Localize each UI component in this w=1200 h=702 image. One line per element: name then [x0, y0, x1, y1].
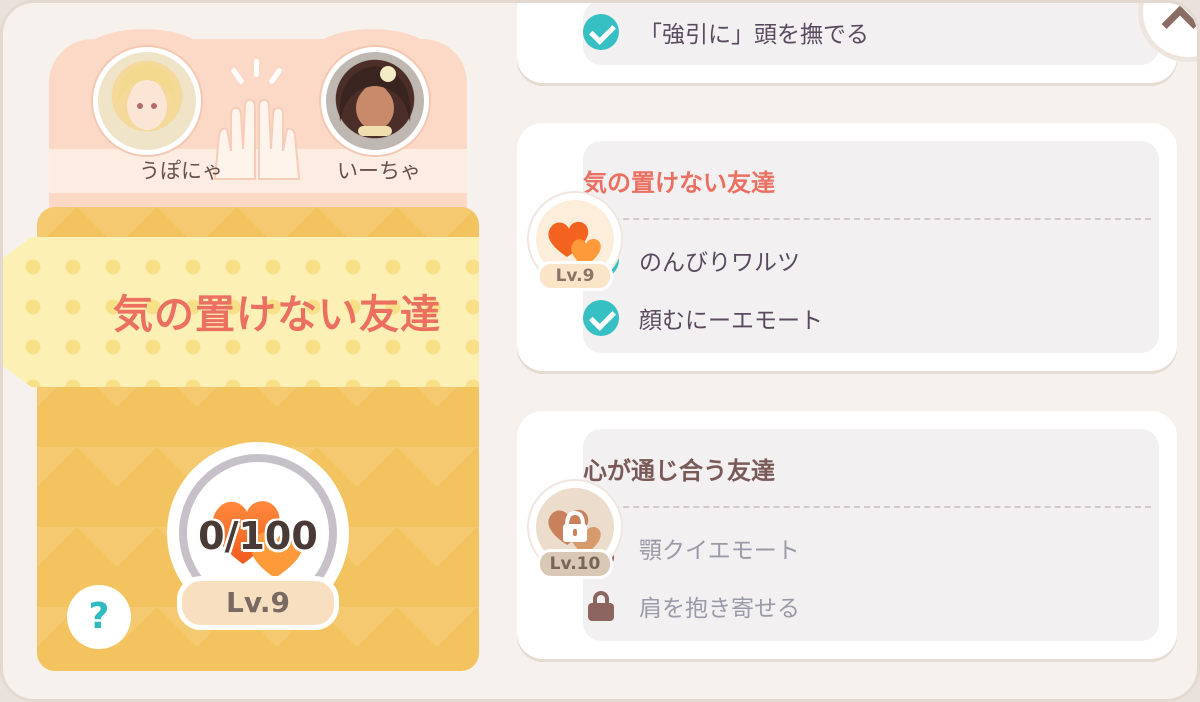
- tier-badge-lv10: Lv.10: [529, 481, 621, 585]
- current-level: Lv.9: [177, 576, 339, 630]
- friendship-status-panel: うぽにゃ いーちゃ 気の置けない友達 0/100 Lv.9 ?: [3, 29, 479, 671]
- tier-level-label: Lv.10: [537, 549, 613, 579]
- reward-card-lv9: 気の置けない友達 のんびりワルツ 顔むにーエモート Lv.9: [517, 123, 1177, 371]
- avatar-player-right[interactable]: [321, 47, 429, 155]
- reward-item: 「強引に」頭を撫でる: [583, 14, 869, 50]
- tier-badge-lv9: Lv.9: [529, 193, 621, 297]
- avatar-player-left[interactable]: [93, 47, 201, 155]
- friendship-window: うぽにゃ いーちゃ 気の置けない友達 0/100 Lv.9 ? 「強引に」頭を撫…: [0, 0, 1200, 702]
- lock-icon: [588, 591, 614, 621]
- help-button[interactable]: ?: [67, 585, 131, 649]
- progress-value: 0/100: [198, 514, 318, 558]
- reward-item: 肩を抱き寄せる: [583, 589, 800, 623]
- level-badge: 0/100 Lv.9: [167, 442, 349, 640]
- chevron-up-icon: [1161, 5, 1197, 43]
- reward-card-lv10: 心が通じ合う友達 顎クイエモート 肩を抱き寄せる Lv.10: [517, 411, 1177, 659]
- reward-card-partial: 「強引に」頭を撫でる: [517, 3, 1177, 83]
- player-left-name: うぽにゃ: [139, 159, 223, 183]
- reward-item: 顔むにーエモート: [583, 300, 823, 336]
- friendship-title: 気の置けない友達: [113, 292, 441, 338]
- player-right-name: いーちゃ: [337, 159, 421, 183]
- check-icon: [583, 14, 619, 50]
- tier-level-label: Lv.9: [537, 261, 613, 291]
- check-icon: [583, 300, 619, 336]
